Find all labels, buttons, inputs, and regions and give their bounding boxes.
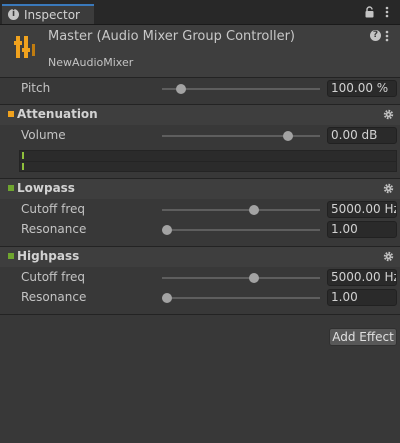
- inspector-header: Master (Audio Mixer Group Controller) Ne…: [0, 25, 400, 78]
- volume-field[interactable]: 0.00 dB: [327, 127, 397, 144]
- pitch-field[interactable]: 100.00 %: [327, 80, 397, 97]
- highpass-resonance-slider[interactable]: [161, 293, 320, 303]
- highpass-cutoff-field[interactable]: 5000.00 Hz: [327, 269, 397, 286]
- volume-meter: [19, 150, 397, 172]
- lowpass-resonance-row: Resonance 1.00: [0, 220, 400, 240]
- tab-bar: i Inspector: [0, 0, 400, 25]
- highpass-title: Highpass: [17, 249, 80, 263]
- highpass-resonance-row: Resonance 1.00: [0, 288, 400, 308]
- highpass-cutoff-slider[interactable]: [162, 273, 320, 283]
- lock-icon[interactable]: [364, 6, 375, 18]
- attenuation-header[interactable]: Attenuation: [0, 104, 400, 125]
- tab-inspector-label: Inspector: [24, 8, 80, 22]
- meter-divider: [20, 161, 396, 162]
- pitch-label: Pitch: [21, 81, 51, 95]
- highpass-cutoff-row: Cutoff freq 5000.00 Hz: [0, 268, 400, 288]
- tab-inspector[interactable]: i Inspector: [2, 4, 94, 24]
- highpass-resonance-field[interactable]: 1.00: [327, 289, 397, 306]
- highpass-cutoff-label: Cutoff freq: [21, 270, 86, 284]
- highpass-resonance-label: Resonance: [21, 290, 87, 304]
- audio-mixer-group-icon: [14, 36, 35, 58]
- lowpass-header[interactable]: Lowpass: [0, 178, 400, 199]
- volume-slider[interactable]: [162, 131, 320, 141]
- volume-slider-knob[interactable]: [283, 131, 294, 141]
- pitch-slider[interactable]: [162, 84, 320, 94]
- pitch-row: Pitch 100.00 %: [0, 79, 400, 99]
- header-more-icon[interactable]: [385, 30, 389, 42]
- lowpass-cutoff-field[interactable]: 5000.00 Hz: [327, 201, 397, 218]
- lowpass-resonance-label: Resonance: [21, 222, 87, 236]
- highpass-cutoff-knob[interactable]: [248, 273, 259, 283]
- section-divider: [0, 314, 400, 315]
- component-title: Master (Audio Mixer Group Controller): [48, 29, 296, 44]
- lowpass-resonance-slider[interactable]: [161, 225, 320, 235]
- highpass-color-swatch: [8, 253, 14, 259]
- lowpass-resonance-field[interactable]: 1.00: [327, 221, 397, 238]
- lowpass-color-swatch: [8, 185, 14, 191]
- more-options-icon[interactable]: [385, 6, 389, 18]
- volume-label: Volume: [21, 128, 66, 142]
- lowpass-gear-icon[interactable]: [383, 183, 394, 194]
- highpass-resonance-knob[interactable]: [161, 293, 172, 303]
- lowpass-cutoff-label: Cutoff freq: [21, 202, 86, 216]
- attenuation-title: Attenuation: [17, 107, 98, 121]
- attenuation-color-swatch: [8, 111, 14, 117]
- highpass-gear-icon[interactable]: [383, 251, 394, 262]
- lowpass-cutoff-knob[interactable]: [248, 205, 259, 215]
- mixer-name: NewAudioMixer: [48, 56, 134, 69]
- lowpass-title: Lowpass: [17, 181, 75, 195]
- lowpass-resonance-knob[interactable]: [161, 225, 172, 235]
- lowpass-cutoff-row: Cutoff freq 5000.00 Hz: [0, 200, 400, 220]
- meter-bar-left: [22, 152, 24, 159]
- help-icon[interactable]: ?: [370, 30, 381, 41]
- lowpass-cutoff-slider[interactable]: [162, 205, 320, 215]
- add-effect-button[interactable]: Add Effect: [329, 328, 397, 346]
- attenuation-gear-icon[interactable]: [383, 109, 394, 120]
- pitch-slider-knob[interactable]: [175, 84, 186, 94]
- volume-row: Volume 0.00 dB: [0, 126, 400, 146]
- meter-bar-right: [22, 163, 24, 170]
- info-icon: i: [8, 9, 19, 20]
- highpass-header[interactable]: Highpass: [0, 246, 400, 267]
